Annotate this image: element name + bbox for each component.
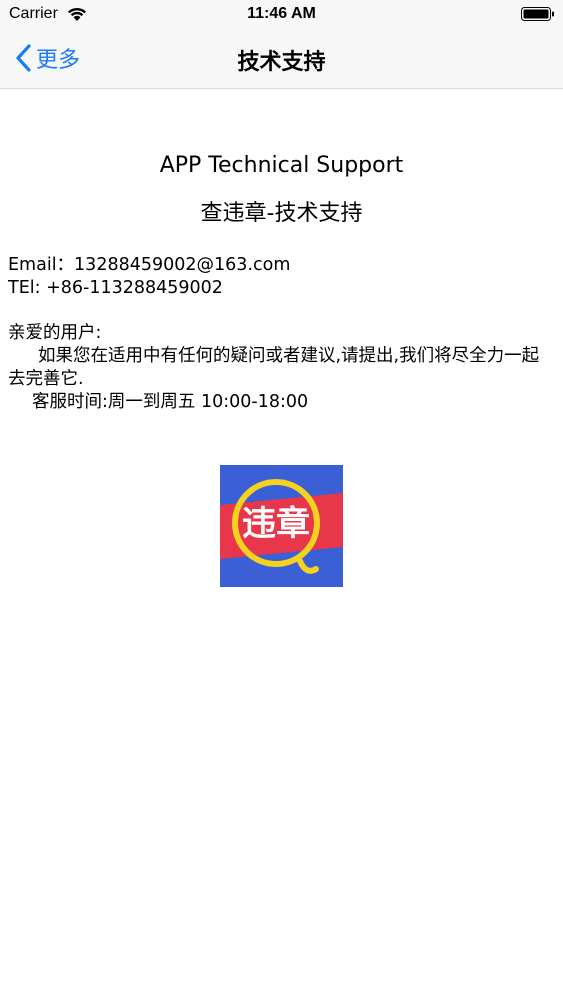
status-time: 11:46 AM [247, 5, 316, 22]
battery-icon [521, 7, 554, 21]
service-hours-text: 客服时间:周一到周五 10:00-18:00 [32, 392, 309, 412]
heading-chinese: 查违章-技术支持 [200, 201, 363, 226]
status-bar: Carrier 11:46 AM [0, 0, 563, 30]
email-text: Email：13288459002@163.com [8, 255, 291, 275]
greeting-text: 亲爱的用户: [8, 323, 102, 343]
screen: Carrier 11:46 AM 更多 技术支持 APP Technical S… [0, 0, 563, 1000]
phone-text: TEl: +86-113288459002 [8, 278, 223, 298]
logo-text: 违章 [242, 504, 310, 544]
page-title: 技术支持 [237, 50, 326, 75]
magnifier-logo-icon: 违章 [220, 465, 343, 587]
navigation-bar: 更多 技术支持 [0, 30, 563, 89]
feedback-paragraph: 如果您在适用中有任何的疑问或者建议,请提出,我们将尽全力一起去完善它. [8, 346, 540, 389]
heading-english: APP Technical Support [159, 153, 404, 178]
